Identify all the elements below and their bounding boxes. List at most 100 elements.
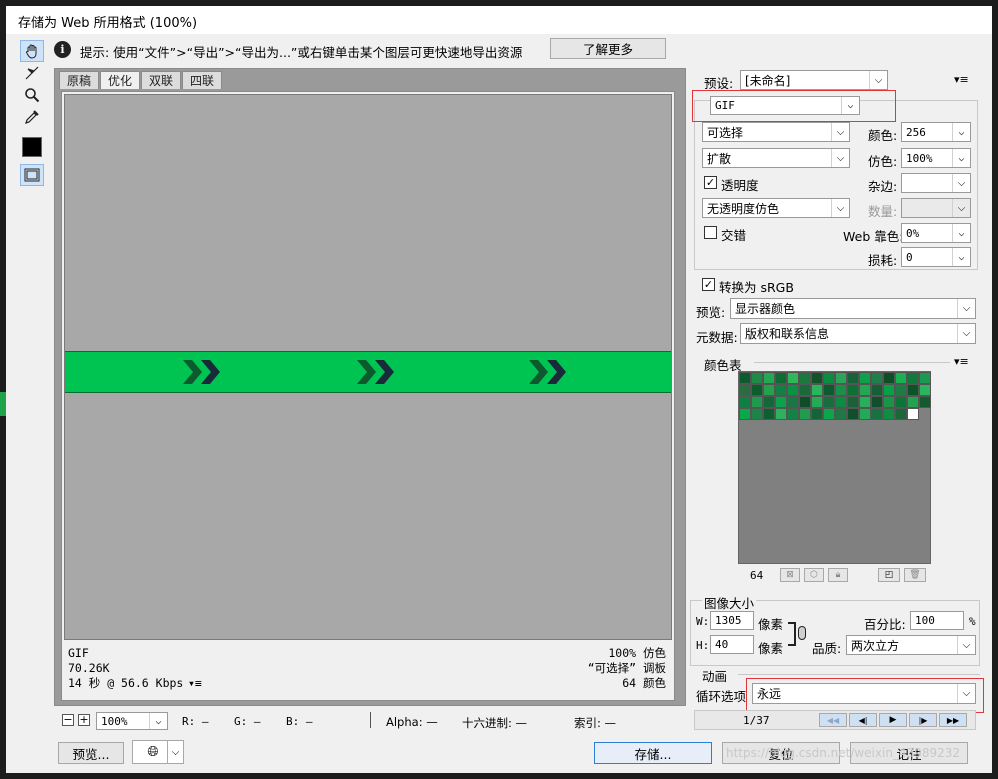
color-swatch[interactable] [787, 384, 799, 396]
color-swatch[interactable] [751, 372, 763, 384]
image-canvas[interactable] [64, 94, 672, 640]
color-swatch[interactable] [775, 372, 787, 384]
color-swatch[interactable] [895, 384, 907, 396]
color-swatch[interactable] [919, 384, 931, 396]
color-swatch[interactable] [859, 396, 871, 408]
lock-color-icon[interactable]: 🔒︎ [828, 568, 848, 582]
color-swatch[interactable] [775, 396, 787, 408]
color-swatch[interactable] [835, 408, 847, 420]
delete-color-icon[interactable]: 🗑︎ [904, 568, 926, 582]
color-swatch[interactable] [739, 408, 751, 420]
color-swatch[interactable] [859, 408, 871, 420]
color-swatch[interactable] [919, 396, 931, 408]
format-select[interactable]: GIF ⌵ [710, 96, 860, 115]
color-swatch[interactable] [811, 384, 823, 396]
remember-button[interactable]: 记住 [850, 742, 968, 764]
color-swatch[interactable] [859, 384, 871, 396]
loop-options-select[interactable]: 永远 ⌵ [752, 683, 976, 704]
reset-button[interactable]: 复位 [722, 742, 840, 764]
first-frame-icon[interactable]: ◀◀ [819, 713, 847, 727]
color-swatch[interactable] [823, 396, 835, 408]
color-swatch[interactable] [895, 408, 907, 420]
color-swatch[interactable] [799, 384, 811, 396]
preset-select[interactable]: [未命名] ⌵ [740, 70, 888, 90]
browser-preview-button[interactable]: 🌐︎ ⌵ [132, 740, 184, 764]
colors-select[interactable]: 256 ⌵ [901, 122, 971, 142]
transparency-dither-select[interactable]: 无透明度仿色 ⌵ [702, 198, 850, 218]
convert-srgb-checkbox[interactable]: ✓ [702, 278, 715, 291]
web-snap-select[interactable]: 0% ⌵ [901, 223, 971, 243]
tab-4-up[interactable]: 四联 [182, 71, 223, 89]
color-swatch[interactable] [859, 372, 871, 384]
preset-menu-icon[interactable]: ▾≡ [954, 73, 969, 86]
color-swatch[interactable] [775, 384, 787, 396]
color-swatch[interactable] [895, 396, 907, 408]
percent-input[interactable]: 100 [910, 611, 964, 630]
height-input[interactable]: 40 [710, 635, 754, 654]
web-shift-icon[interactable]: ⬡ [804, 568, 824, 582]
tab-2-up[interactable]: 双联 [141, 71, 182, 89]
zoom-tool-icon[interactable] [20, 84, 44, 106]
previous-frame-icon[interactable]: ◀| [849, 713, 877, 727]
lossy-select[interactable]: 0 ⌵ [901, 247, 971, 267]
color-swatch[interactable] [835, 396, 847, 408]
color-swatch[interactable] [787, 372, 799, 384]
color-swatch[interactable] [763, 396, 775, 408]
color-swatch[interactable] [883, 372, 895, 384]
color-swatch[interactable] [871, 372, 883, 384]
color-swatch[interactable] [907, 396, 919, 408]
preview-select[interactable]: 显示器颜色 ⌵ [730, 298, 976, 319]
color-swatch[interactable] [787, 396, 799, 408]
zoom-select[interactable]: 100% ⌵ [96, 712, 168, 730]
color-table-menu-icon[interactable]: ▾≡ [954, 355, 969, 368]
color-swatch[interactable] [739, 384, 751, 396]
quality-select[interactable]: 两次立方 ⌵ [846, 635, 976, 655]
color-swatch[interactable] [871, 408, 883, 420]
color-table[interactable] [738, 371, 931, 564]
play-icon[interactable]: ▶ [879, 713, 907, 727]
color-swatch[interactable] [751, 408, 763, 420]
tab-original[interactable]: 原稿 [59, 71, 100, 89]
color-swatch[interactable] [883, 396, 895, 408]
eyedropper-color-swatch[interactable] [20, 136, 44, 158]
color-swatch[interactable] [919, 372, 931, 384]
color-swatch[interactable] [871, 396, 883, 408]
color-swatch[interactable] [907, 384, 919, 396]
map-to-transparent-icon[interactable]: ⊠ [780, 568, 800, 582]
color-swatch[interactable] [763, 384, 775, 396]
metadata-select[interactable]: 版权和联系信息 ⌵ [740, 323, 976, 344]
zoom-out-button[interactable]: − [62, 714, 74, 726]
new-color-icon[interactable]: ◰ [878, 568, 900, 582]
link-icon[interactable] [798, 626, 806, 640]
hand-tool-icon[interactable] [20, 40, 44, 62]
matte-select[interactable]: ⌵ [901, 173, 971, 193]
color-swatch[interactable] [883, 384, 895, 396]
dither-amount-select[interactable]: 100% ⌵ [901, 148, 971, 168]
tab-optimized[interactable]: 优化 [100, 71, 141, 89]
color-swatch[interactable] [751, 396, 763, 408]
color-swatch[interactable] [847, 384, 859, 396]
dither-algorithm-select[interactable]: 扩散 ⌵ [702, 148, 850, 168]
color-swatch[interactable] [835, 372, 847, 384]
transparency-checkbox[interactable]: ✓ [704, 176, 717, 189]
color-swatch[interactable] [799, 372, 811, 384]
save-button[interactable]: 存储... [594, 742, 712, 764]
last-frame-icon[interactable]: ▶▶ [939, 713, 967, 727]
learn-more-button[interactable]: 了解更多 [550, 38, 666, 59]
color-swatch[interactable] [835, 384, 847, 396]
toggle-slices-icon[interactable] [20, 164, 44, 186]
width-input[interactable]: 1305 [710, 611, 754, 630]
color-swatch[interactable] [811, 372, 823, 384]
color-swatch[interactable] [907, 372, 919, 384]
color-swatch[interactable] [739, 372, 751, 384]
color-swatch[interactable] [775, 408, 787, 420]
preview-button[interactable]: 预览... [58, 742, 124, 764]
color-swatch[interactable] [739, 396, 751, 408]
color-swatch[interactable] [799, 408, 811, 420]
eyedropper-tool-icon[interactable] [20, 106, 44, 128]
color-swatch[interactable] [811, 408, 823, 420]
color-swatch[interactable] [763, 408, 775, 420]
color-swatch[interactable] [823, 408, 835, 420]
color-swatch[interactable] [895, 372, 907, 384]
color-swatch[interactable] [823, 384, 835, 396]
